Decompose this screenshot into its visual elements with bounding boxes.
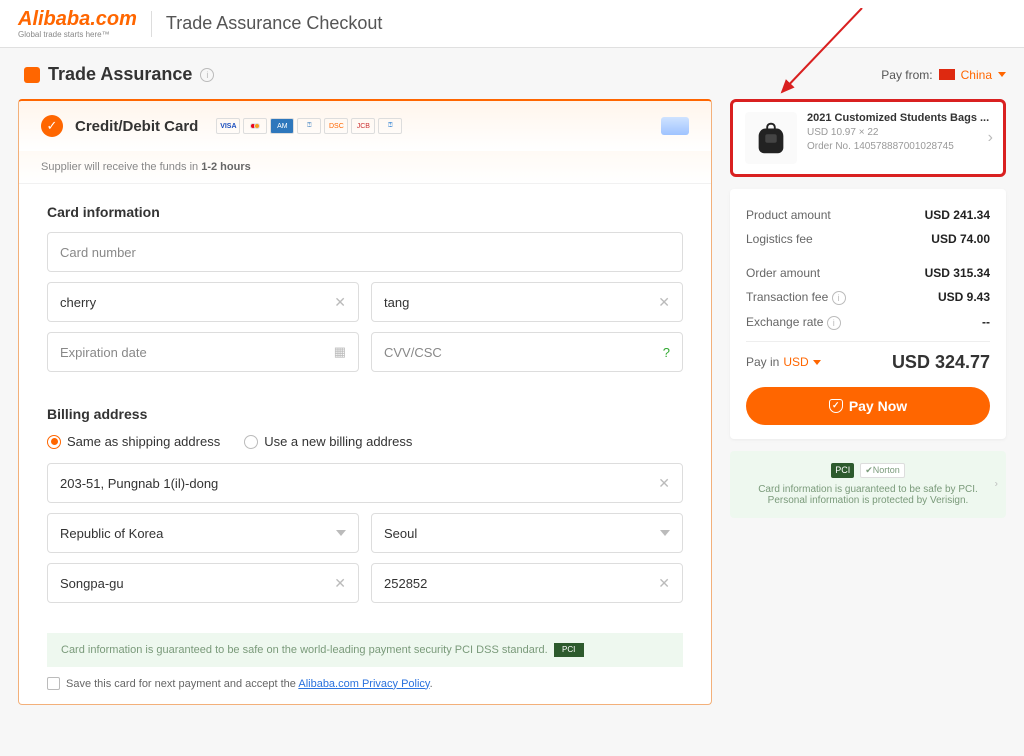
cvv-input[interactable]: CVV/CSC? (371, 332, 683, 372)
payment-method-row[interactable]: ✓ Credit/Debit Card VISA AM ⍰ DSC JCB ⍰ (19, 101, 711, 151)
pci-badge-icon: PCI (554, 643, 584, 657)
chevron-right-icon: › (988, 129, 993, 147)
billing-heading: Billing address (47, 406, 683, 422)
clear-icon[interactable]: ✕ (658, 475, 670, 492)
help-icon[interactable]: ? (663, 345, 670, 360)
chevron-right-icon: › (995, 479, 998, 490)
pci-logo-icon: PCI (831, 463, 854, 478)
info-icon[interactable]: i (827, 316, 841, 330)
expiration-input[interactable]: Expiration date▦ (47, 332, 359, 372)
clear-icon[interactable]: ✕ (658, 575, 670, 592)
radio-same-address[interactable]: Same as shipping address (47, 434, 220, 449)
divider (151, 11, 152, 37)
clear-icon[interactable]: ✕ (334, 294, 346, 311)
order-item-price: USD 10.97 × 22 (807, 127, 991, 138)
info-icon[interactable]: i (200, 68, 214, 82)
pay-from-selector[interactable]: Pay from: China (881, 68, 1006, 82)
card-info-heading: Card information (47, 204, 683, 220)
pay-now-button[interactable]: ✓Pay Now (746, 387, 990, 425)
privacy-policy-link[interactable]: Alibaba.com Privacy Policy (298, 678, 429, 690)
card-preview-icon (661, 117, 689, 135)
brand-name: Alibaba.com (18, 8, 137, 30)
shield-icon (24, 67, 40, 83)
brand-tagline: Global trade starts here™ (18, 31, 137, 39)
security-guarantee-panel[interactable]: PCI✔Norton Card information is guarantee… (730, 451, 1006, 518)
payment-panel: ✓ Credit/Debit Card VISA AM ⍰ DSC JCB ⍰ … (18, 99, 712, 705)
page-title: Trade Assurance Checkout (166, 13, 382, 34)
clear-icon[interactable]: ✕ (658, 294, 670, 311)
logo[interactable]: Alibaba.com Global trade starts here™ (18, 8, 137, 39)
save-card-label: Save this card for next payment and acce… (66, 678, 433, 690)
card-number-input[interactable]: Card number (47, 232, 683, 272)
chevron-down-icon (998, 72, 1006, 77)
order-total: USD 324.77 (892, 352, 990, 373)
city-select[interactable]: Seoul (371, 513, 683, 553)
pay-in-currency[interactable]: Pay in USD (746, 355, 821, 369)
payment-method-label: Credit/Debit Card (75, 118, 198, 135)
product-thumbnail (745, 112, 797, 164)
trade-assurance-heading: Trade Assurance (48, 64, 192, 85)
flag-icon (939, 69, 955, 80)
check-icon: ✓ (41, 115, 63, 137)
pay-from-label: Pay from: (881, 68, 932, 82)
district-input[interactable]: Songpa-gu✕ (47, 563, 359, 603)
chevron-down-icon (813, 360, 821, 365)
card-brand-logos: VISA AM ⍰ DSC JCB ⍰ (216, 118, 402, 134)
postcode-input[interactable]: 252852✕ (371, 563, 683, 603)
order-item-name: 2021 Customized Students Bags ... (807, 112, 991, 124)
norton-logo-icon: ✔Norton (860, 463, 905, 478)
order-number: Order No. 140578887001028745 (807, 141, 991, 152)
clear-icon[interactable]: ✕ (334, 575, 346, 592)
order-summary-item[interactable]: 2021 Customized Students Bags ... USD 10… (730, 99, 1006, 177)
calendar-icon[interactable]: ▦ (334, 344, 346, 360)
funds-timing-note: Supplier will receive the funds in 1-2 h… (19, 151, 711, 184)
top-bar: Alibaba.com Global trade starts here™ Tr… (0, 0, 1024, 48)
pay-from-country: China (961, 68, 992, 82)
radio-new-address[interactable]: Use a new billing address (244, 434, 412, 449)
first-name-input[interactable]: cherry✕ (47, 282, 359, 322)
save-card-checkbox[interactable] (47, 677, 60, 690)
country-select[interactable]: Republic of Korea (47, 513, 359, 553)
shield-icon: ✓ (829, 399, 843, 413)
info-icon[interactable]: i (832, 291, 846, 305)
last-name-input[interactable]: tang✕ (371, 282, 683, 322)
chevron-down-icon (336, 530, 346, 536)
pci-notice: Card information is guaranteed to be saf… (47, 633, 683, 667)
address-line1-input[interactable]: 203-51, Pungnab 1(il)-dong✕ (47, 463, 683, 503)
price-summary: Product amountUSD 241.34 Logistics feeUS… (730, 189, 1006, 439)
chevron-down-icon (660, 530, 670, 536)
